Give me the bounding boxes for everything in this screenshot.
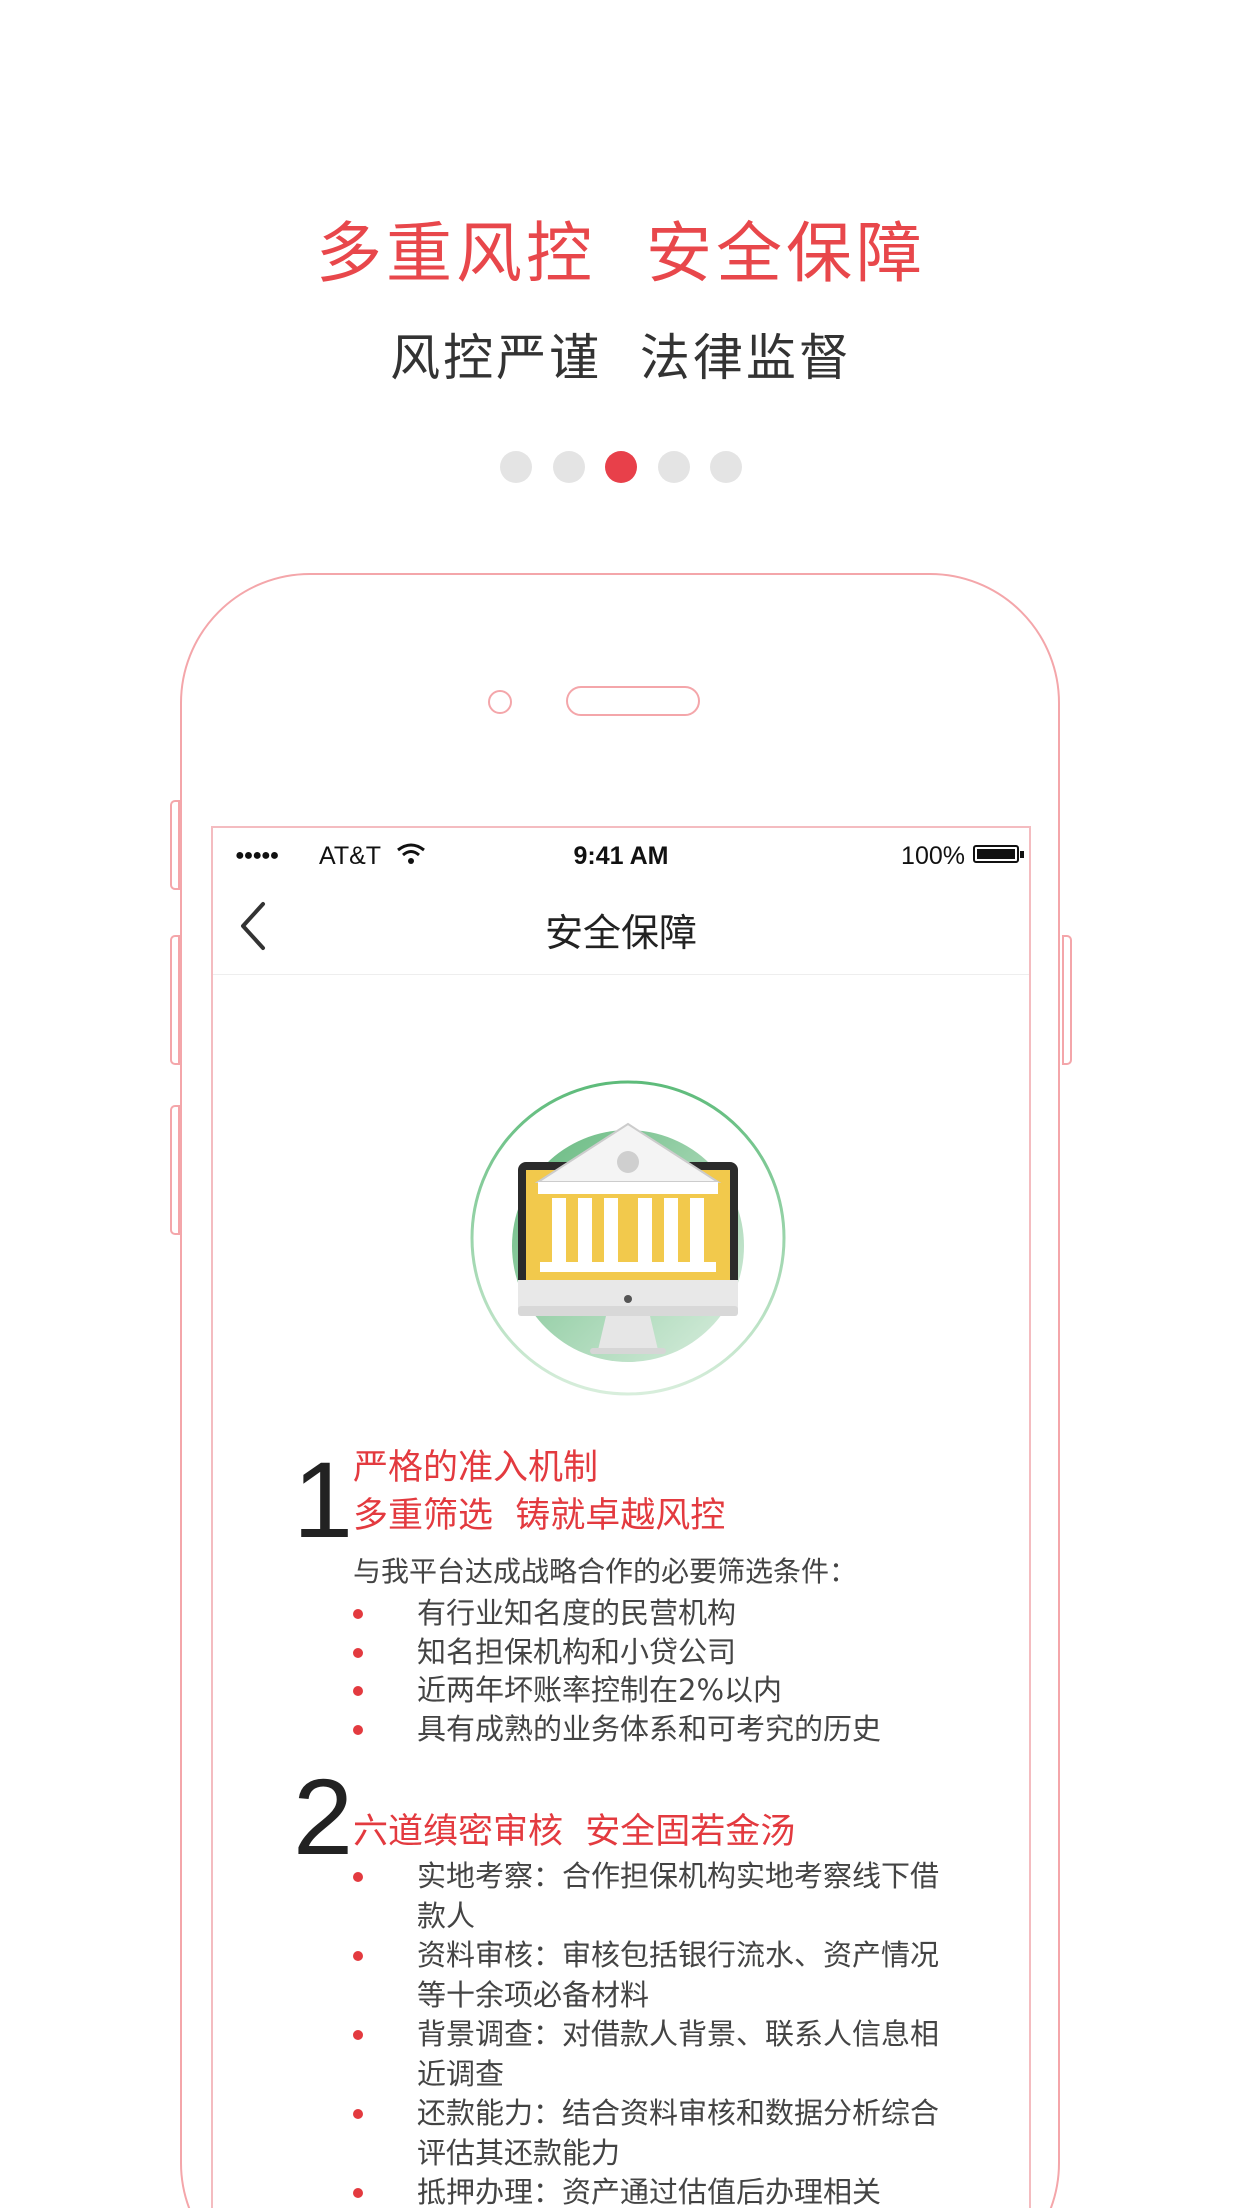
section-2-list: 实地考察：合作担保机构实地考察线下借款人 资料审核：审核包括银行流水、资产情况等… [353, 1857, 953, 2208]
page-dot[interactable] [710, 451, 742, 483]
nav-bar: 安全保障 [213, 882, 1029, 975]
section-1-list: 有行业知名度的民营机构 知名担保机构和小贷公司 近两年坏账率控制在2%以内 具有… [353, 1594, 953, 1748]
bank-on-monitor-icon [470, 1080, 786, 1396]
page-indicator[interactable] [500, 451, 742, 485]
list-item: 资料审核：审核包括银行流水、资产情况等十余项必备材料 [353, 1936, 957, 2015]
section-1-intro: 与我平台达成战略合作的必要筛选条件： [353, 1555, 858, 1588]
list-item: 实地考察：合作担保机构实地考察线下借款人 [353, 1857, 957, 1936]
promo-subline: 风控严谨 法律监督 [390, 329, 852, 387]
phone-speaker [566, 686, 700, 716]
section-1-title: 严格的准入机制 多重筛选 铸就卓越风控 [353, 1448, 726, 1536]
battery-cap [1020, 851, 1024, 858]
section-1-number: 1 [293, 1439, 354, 1560]
list-item: 抵押办理：资产通过估值后办理相关 [353, 2173, 957, 2208]
section-2-title: 六道缜密审核 安全固若金汤 [353, 1812, 796, 1852]
list-item: 还款能力：结合资料审核和数据分析综合评估其还款能力 [353, 2094, 957, 2173]
page-dot[interactable] [657, 451, 690, 483]
phone-volume-up [170, 935, 180, 1065]
phone-mute-switch [170, 800, 180, 890]
page-dot[interactable] [552, 451, 585, 483]
battery-percent: 100% [901, 842, 965, 870]
list-item: 近两年坏账率控制在2%以内 [353, 1671, 953, 1710]
phone-screen: ●●●●● AT&T 9:41 AM 100% 安全保障 1 严格的准入机制 多… [211, 826, 1031, 2208]
promo-headline: 多重风控 安全保障 [316, 215, 926, 292]
list-item: 有行业知名度的民营机构 [353, 1594, 953, 1633]
list-item: 知名担保机构和小贷公司 [353, 1633, 953, 1672]
page-title: 安全保障 [544, 911, 697, 955]
section-2-number: 2 [293, 1756, 354, 1877]
guide-page: 多重风控 安全保障 风控严谨 法律监督 ●●●●● AT&T 9:41 AM 1… [0, 0, 1242, 2208]
phone-volume-down [170, 1105, 180, 1235]
list-item: 背景调查：对借款人背景、联系人信息相近调查 [353, 2015, 957, 2094]
status-bar: ●●●●● AT&T 9:41 AM 100% [213, 828, 1029, 882]
phone-power-button [1062, 935, 1072, 1065]
phone-camera [488, 690, 512, 714]
battery-icon [973, 845, 1019, 863]
list-item: 具有成熟的业务体系和可考究的历史 [353, 1710, 953, 1749]
page-dot[interactable] [500, 451, 532, 483]
page-dot-active[interactable] [605, 451, 637, 483]
